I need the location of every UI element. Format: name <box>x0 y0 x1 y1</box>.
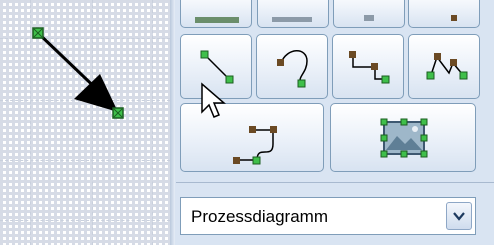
elbow-connector-icon <box>349 51 390 84</box>
elbow-connector-button[interactable] <box>332 34 404 99</box>
connector-tool-button[interactable] <box>180 0 252 28</box>
selected-arrow-connector[interactable] <box>0 0 170 245</box>
diagram-canvas[interactable] <box>0 0 170 245</box>
multi-segment-connector-icon <box>426 53 468 80</box>
chevron-down-icon <box>453 212 465 221</box>
connector-tool-button[interactable] <box>333 0 405 28</box>
panel-splitter[interactable] <box>170 0 175 245</box>
curved-connector-button[interactable] <box>256 34 328 99</box>
diagram-type-select[interactable]: Prozessdiagramm <box>180 197 476 235</box>
image-shape-button[interactable] <box>330 103 476 172</box>
connector-tool-button[interactable] <box>408 0 480 28</box>
multi-segment-connector-button[interactable] <box>408 34 480 99</box>
dropdown-button[interactable] <box>446 202 472 230</box>
mouse-pointer-icon <box>201 82 226 118</box>
diagram-type-value: Prozessdiagramm <box>191 207 328 226</box>
connector-tool-button[interactable] <box>257 0 329 28</box>
curved-connector-icon <box>277 50 308 88</box>
panel-separator <box>176 182 494 183</box>
image-shape-icon <box>380 118 428 158</box>
